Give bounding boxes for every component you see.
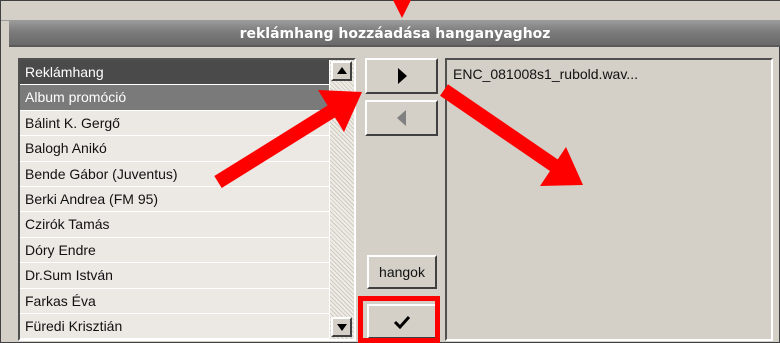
announcer-list-items: Reklámhang Album promóció Bálint K. Gerg… — [20, 60, 330, 339]
selected-file-item[interactable]: ENC_081008s1_rubold.wav... — [453, 66, 638, 82]
triangle-right-icon — [397, 68, 407, 84]
scroll-down-button[interactable] — [331, 317, 352, 337]
list-item[interactable]: Bende Gábor (Juventus) — [20, 161, 330, 187]
list-item[interactable]: Balogh Anikó — [20, 136, 330, 162]
list-item[interactable]: Füredi Krisztián — [20, 313, 330, 339]
dialog-window: reklámhang hozzáadása hanganyaghoz Reklá… — [0, 0, 780, 343]
arrow-down-icon — [337, 324, 347, 331]
list-item[interactable]: Dr.Sum István — [20, 263, 330, 289]
list-header[interactable]: Reklámhang — [20, 60, 330, 86]
arrow-up-icon — [337, 67, 347, 74]
dialog-title: reklámhang hozzáadása hanganyaghoz — [9, 21, 780, 47]
selected-files-panel[interactable]: ENC_081008s1_rubold.wav... — [445, 58, 773, 341]
announcer-listbox[interactable]: Reklámhang Album promóció Bálint K. Gerg… — [18, 58, 356, 341]
list-item[interactable]: Farkas Éva — [20, 288, 330, 314]
list-scrollbar[interactable] — [330, 60, 354, 339]
list-item[interactable]: Dóry Endre — [20, 237, 330, 264]
list-item[interactable]: Album promóció — [20, 85, 330, 111]
list-item[interactable]: Czirók Tamás — [20, 212, 330, 238]
scroll-up-button[interactable] — [331, 61, 352, 81]
list-item[interactable]: Bálint K. Gergő — [20, 110, 330, 137]
list-item[interactable]: Berki Andrea (FM 95) — [20, 186, 330, 213]
hangok-button[interactable]: hangok — [367, 255, 437, 289]
triangle-left-icon — [396, 110, 406, 126]
add-to-selection-button[interactable] — [365, 58, 438, 94]
confirm-button[interactable] — [367, 304, 437, 339]
remove-from-selection-button[interactable] — [365, 100, 438, 136]
checkmark-icon — [393, 315, 411, 329]
window-top-strip — [1, 1, 780, 21]
